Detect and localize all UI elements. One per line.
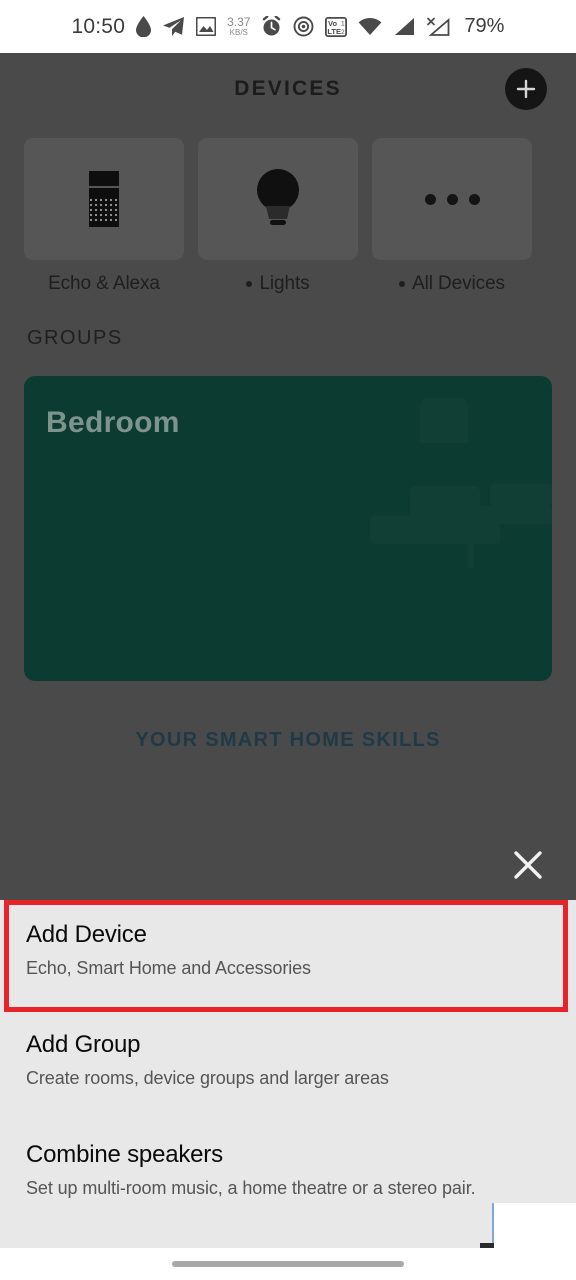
light-bulb-icon [252, 166, 304, 233]
network-speed-indicator: 3.37 KB/S [227, 16, 250, 37]
image-gallery-icon [196, 17, 217, 36]
tile-label-row: All Devices [372, 273, 532, 295]
network-speed-unit: KB/S [229, 28, 248, 37]
sheet-item-title: Combine speakers [26, 1141, 223, 1168]
close-sheet-button[interactable] [506, 844, 550, 888]
bottom-sheet-menu: Add Device Echo, Smart Home and Accessor… [0, 900, 576, 1248]
sheet-item-add-device[interactable]: Add Device Echo, Smart Home and Accessor… [0, 900, 576, 1010]
tile-label-row: Echo & Alexa [24, 273, 184, 295]
water-drop-icon [136, 16, 152, 37]
device-category-tiles: Echo & Alexa Lights All Devices [0, 125, 576, 295]
group-card-bedroom[interactable]: Bedroom [24, 376, 552, 681]
status-bar-clock: 10:50 [71, 14, 126, 38]
tile-all-devices[interactable]: All Devices [372, 138, 532, 295]
signal-sim2-off-icon [426, 16, 451, 37]
svg-text:2: 2 [341, 29, 345, 36]
smart-home-skills-link[interactable]: YOUR SMART HOME SKILLS [0, 729, 576, 752]
lamp-art [420, 398, 468, 443]
tile-surface[interactable] [24, 138, 184, 260]
status-bar: 10:50 3.37 KB/S Vo LTE 1 2 79% [0, 0, 576, 53]
group-card-title: Bedroom [46, 406, 180, 439]
tile-surface[interactable] [198, 138, 358, 260]
sheet-item-subtitle: Set up multi-room music, a home theatre … [26, 1178, 476, 1198]
home-gesture-indicator[interactable] [172, 1261, 404, 1267]
tile-lights[interactable]: Lights [198, 138, 358, 295]
hotspot-icon [293, 16, 314, 37]
tile-label-row: Lights [198, 273, 358, 295]
alarm-clock-icon [261, 16, 282, 37]
sheet-item-title: Add Group [26, 1031, 141, 1058]
devices-screen-dimmed: DEVICES Echo & Alexa Lights All Devices … [0, 53, 576, 900]
phone-screen: 10:50 3.37 KB/S Vo LTE 1 2 79% DEVICES E… [0, 0, 576, 1280]
side-table-art [490, 484, 552, 506]
page-title: DEVICES [234, 77, 342, 100]
tile-label: Lights [259, 273, 310, 294]
signal-sim1-icon [393, 17, 415, 36]
network-speed-value: 3.37 [227, 15, 251, 29]
telegram-send-icon [162, 16, 185, 37]
echo-speaker-icon [89, 171, 119, 227]
app-header: DEVICES [0, 53, 576, 125]
table-top-art [462, 506, 552, 524]
add-plus-button[interactable] [505, 68, 547, 110]
tile-label: All Devices [412, 273, 505, 294]
groups-heading: GROUPS [27, 327, 123, 349]
status-dot [246, 281, 253, 287]
tile-label: Echo & Alexa [48, 273, 160, 294]
sheet-item-subtitle: Create rooms, device groups and larger a… [26, 1068, 389, 1088]
plus-icon [514, 77, 538, 101]
sheet-item-title: Add Device [26, 921, 147, 948]
close-icon [512, 849, 544, 884]
sheet-item-add-group[interactable]: Add Group Create rooms, device groups an… [0, 1010, 576, 1120]
ellipsis-icon [424, 193, 480, 205]
tile-echo-and-alexa[interactable]: Echo & Alexa [24, 138, 184, 295]
sheet-item-combine-speakers[interactable]: Combine speakers Set up multi-room music… [0, 1120, 576, 1230]
svg-text:LTE: LTE [328, 27, 342, 36]
svg-text:1: 1 [341, 20, 345, 27]
volte-sim2-icon: Vo LTE 1 2 [325, 16, 348, 37]
wifi-icon [358, 17, 382, 36]
sheet-item-subtitle: Echo, Smart Home and Accessories [26, 958, 311, 978]
status-dot [399, 281, 406, 287]
tile-surface[interactable] [372, 138, 532, 260]
battery-percentage: 79% [464, 15, 505, 37]
system-navigation-bar [0, 1248, 576, 1280]
